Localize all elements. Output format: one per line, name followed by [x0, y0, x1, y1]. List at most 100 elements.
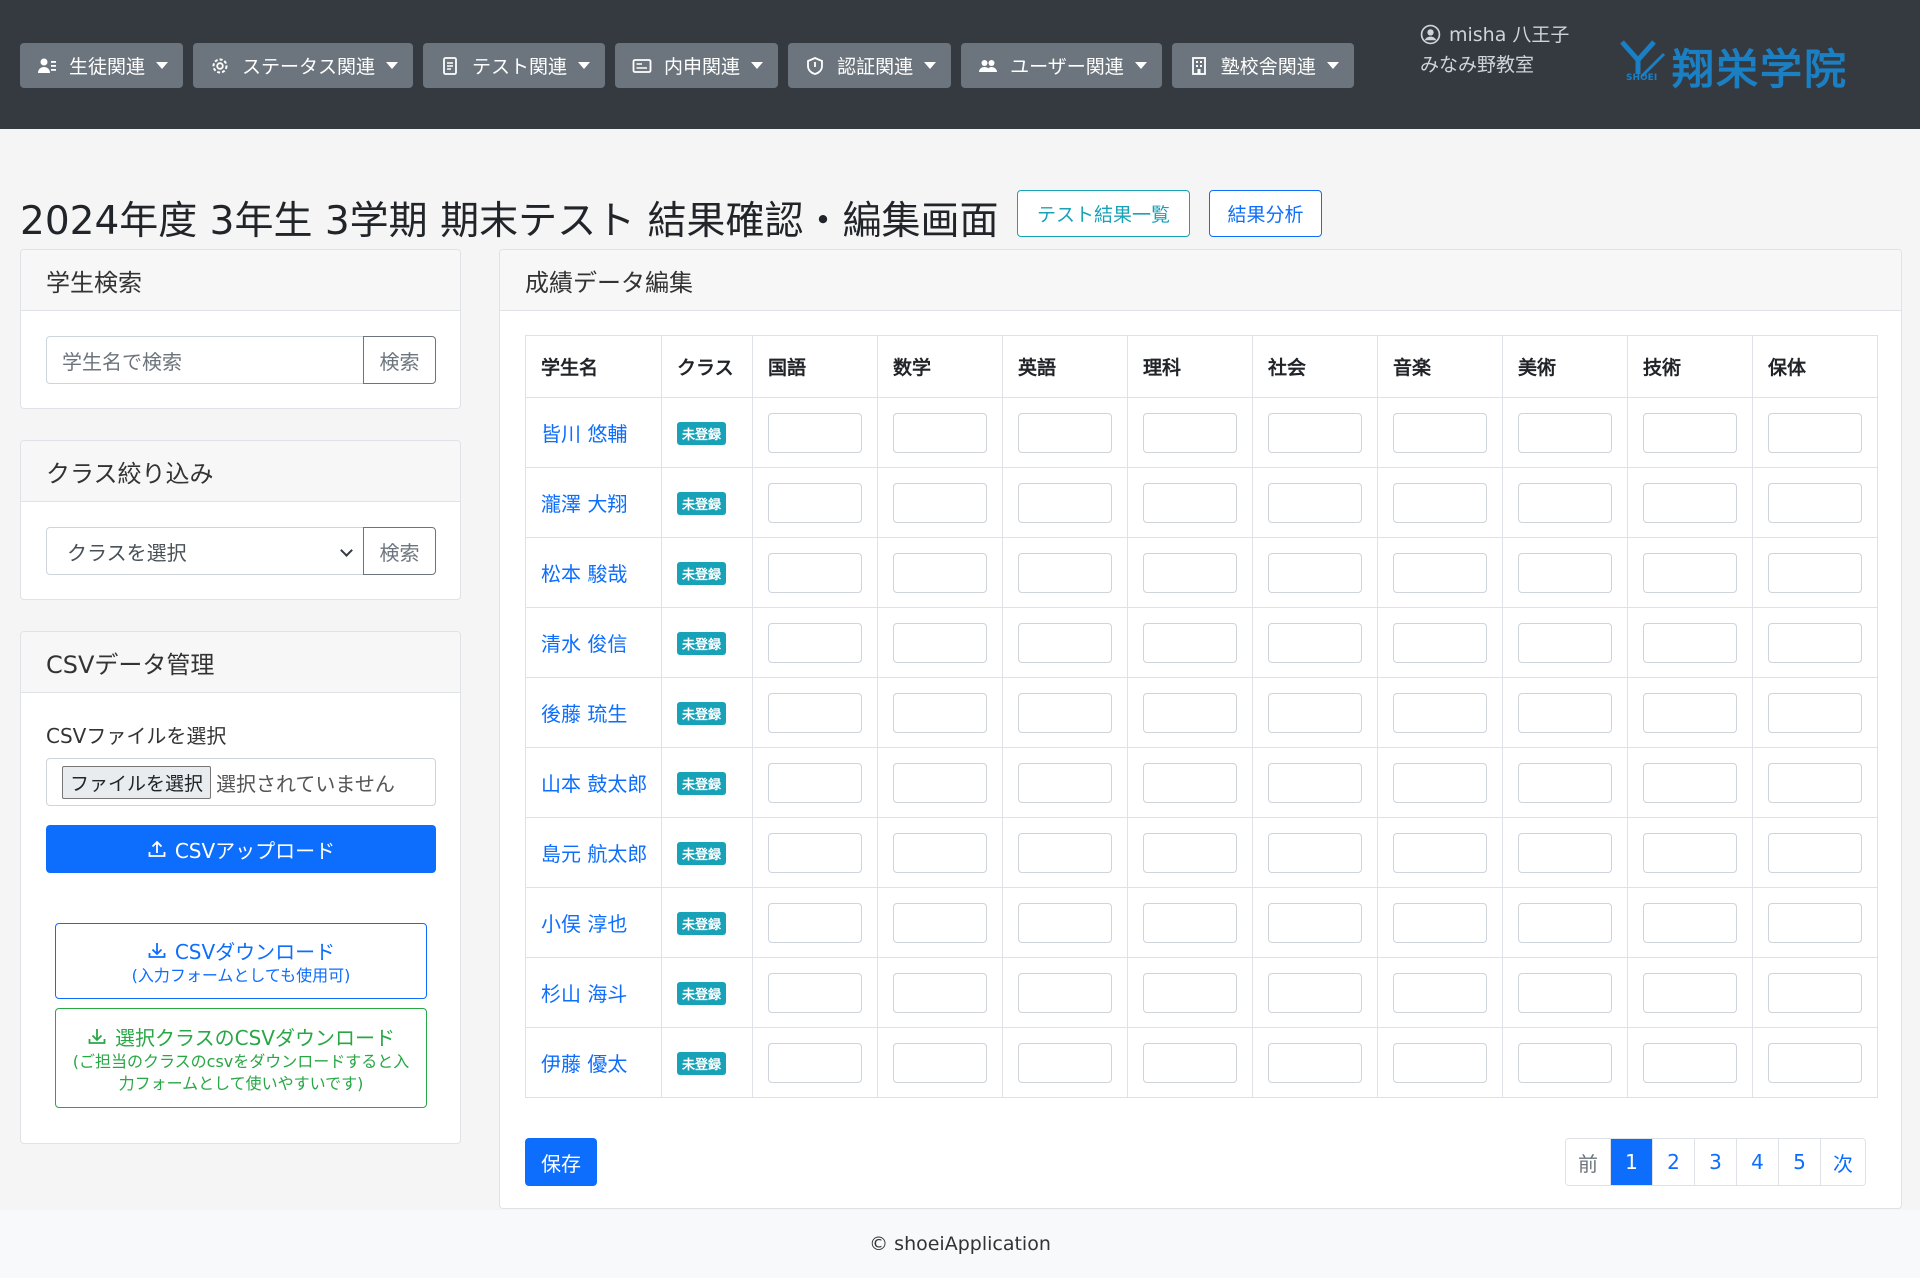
score-input[interactable] [1768, 1042, 1862, 1083]
score-input[interactable] [893, 832, 987, 873]
score-input[interactable] [1768, 762, 1862, 803]
score-input[interactable] [1018, 412, 1112, 453]
score-input[interactable] [1643, 1042, 1737, 1083]
student-name-link[interactable]: 小俣 淳也 [541, 912, 627, 936]
score-input[interactable] [1393, 762, 1487, 803]
score-input[interactable] [1393, 902, 1487, 943]
pagination-page[interactable]: 3 [1694, 1139, 1736, 1185]
score-input[interactable] [1643, 692, 1737, 733]
nav-menu-status[interactable]: ステータス関連 [193, 43, 414, 88]
score-input[interactable] [1393, 412, 1487, 453]
student-name-link[interactable]: 皆川 悠輔 [541, 422, 627, 446]
score-input[interactable] [1768, 832, 1862, 873]
student-name-link[interactable]: 瀧澤 大翔 [541, 492, 627, 516]
class-select[interactable]: クラスを選択 [46, 527, 364, 575]
score-input[interactable] [1268, 552, 1362, 593]
score-input[interactable] [1018, 552, 1112, 593]
score-input[interactable] [768, 1042, 862, 1083]
score-input[interactable] [893, 692, 987, 733]
score-input[interactable] [1143, 692, 1237, 733]
nav-menu-naishin[interactable]: 内申関連 [615, 43, 779, 88]
score-input[interactable] [1268, 762, 1362, 803]
score-input[interactable] [893, 622, 987, 663]
score-input[interactable] [1393, 482, 1487, 523]
score-input[interactable] [1143, 1042, 1237, 1083]
score-input[interactable] [1018, 622, 1112, 663]
score-input[interactable] [893, 902, 987, 943]
student-search-button[interactable]: 検索 [363, 336, 436, 384]
results-analysis-button[interactable]: 結果分析 [1209, 190, 1322, 237]
score-input[interactable] [1643, 902, 1737, 943]
score-input[interactable] [1518, 762, 1612, 803]
student-name-link[interactable]: 島元 航太郎 [541, 842, 647, 866]
student-name-link[interactable]: 杉山 海斗 [541, 982, 627, 1006]
score-input[interactable] [1268, 622, 1362, 663]
score-input[interactable] [1268, 832, 1362, 873]
pagination-prev[interactable]: 前 [1566, 1139, 1610, 1185]
score-input[interactable] [1393, 1042, 1487, 1083]
school-logo[interactable]: SHOEI 翔栄学院 [1620, 34, 1875, 94]
pagination-next[interactable]: 次 [1820, 1139, 1865, 1185]
score-input[interactable] [1018, 762, 1112, 803]
score-input[interactable] [1268, 1042, 1362, 1083]
score-input[interactable] [1018, 1042, 1112, 1083]
score-input[interactable] [893, 972, 987, 1013]
score-input[interactable] [1143, 552, 1237, 593]
score-input[interactable] [1518, 622, 1612, 663]
pagination-page[interactable]: 5 [1778, 1139, 1820, 1185]
score-input[interactable] [1768, 482, 1862, 523]
score-input[interactable] [893, 482, 987, 523]
score-input[interactable] [1268, 482, 1362, 523]
score-input[interactable] [768, 482, 862, 523]
score-input[interactable] [768, 692, 862, 733]
score-input[interactable] [1518, 552, 1612, 593]
score-input[interactable] [768, 972, 862, 1013]
pagination-page[interactable]: 2 [1652, 1139, 1694, 1185]
score-input[interactable] [768, 552, 862, 593]
score-input[interactable] [1768, 412, 1862, 453]
score-input[interactable] [1393, 692, 1487, 733]
student-name-link[interactable]: 山本 鼓太郎 [541, 772, 647, 796]
score-input[interactable] [1018, 902, 1112, 943]
nav-menu-students[interactable]: 生徒関連 [20, 43, 184, 88]
score-input[interactable] [1518, 482, 1612, 523]
student-name-link[interactable]: 後藤 琉生 [541, 702, 627, 726]
score-input[interactable] [1393, 832, 1487, 873]
score-input[interactable] [1143, 902, 1237, 943]
test-results-list-button[interactable]: テスト結果一覧 [1017, 190, 1190, 237]
score-input[interactable] [1143, 482, 1237, 523]
score-input[interactable] [1768, 692, 1862, 733]
score-input[interactable] [1518, 972, 1612, 1013]
score-input[interactable] [1768, 622, 1862, 663]
score-input[interactable] [1268, 972, 1362, 1013]
score-input[interactable] [1643, 622, 1737, 663]
nav-menu-users[interactable]: ユーザー関連 [961, 43, 1162, 88]
score-input[interactable] [1268, 692, 1362, 733]
score-input[interactable] [1518, 692, 1612, 733]
nav-menu-schools[interactable]: 塾校舎関連 [1171, 43, 1354, 88]
choose-file-button[interactable]: ファイルを選択 [62, 765, 212, 799]
score-input[interactable] [1643, 482, 1737, 523]
csv-upload-button[interactable]: CSVアップロード [46, 825, 436, 873]
score-input[interactable] [1143, 972, 1237, 1013]
score-input[interactable] [1018, 832, 1112, 873]
score-input[interactable] [1143, 622, 1237, 663]
score-input[interactable] [1268, 902, 1362, 943]
score-input[interactable] [1018, 482, 1112, 523]
class-search-button[interactable]: 検索 [363, 527, 436, 575]
score-input[interactable] [1518, 412, 1612, 453]
score-input[interactable] [1768, 552, 1862, 593]
score-input[interactable] [1393, 972, 1487, 1013]
student-search-input[interactable]: 学生名で検索 [46, 336, 364, 384]
score-input[interactable] [768, 832, 862, 873]
score-input[interactable] [768, 412, 862, 453]
score-input[interactable] [768, 902, 862, 943]
score-input[interactable] [893, 412, 987, 453]
score-input[interactable] [1643, 552, 1737, 593]
score-input[interactable] [1393, 552, 1487, 593]
score-input[interactable] [768, 762, 862, 803]
score-input[interactable] [1768, 972, 1862, 1013]
nav-menu-auth[interactable]: 認証関連 [788, 43, 952, 88]
score-input[interactable] [1643, 832, 1737, 873]
score-input[interactable] [1768, 902, 1862, 943]
